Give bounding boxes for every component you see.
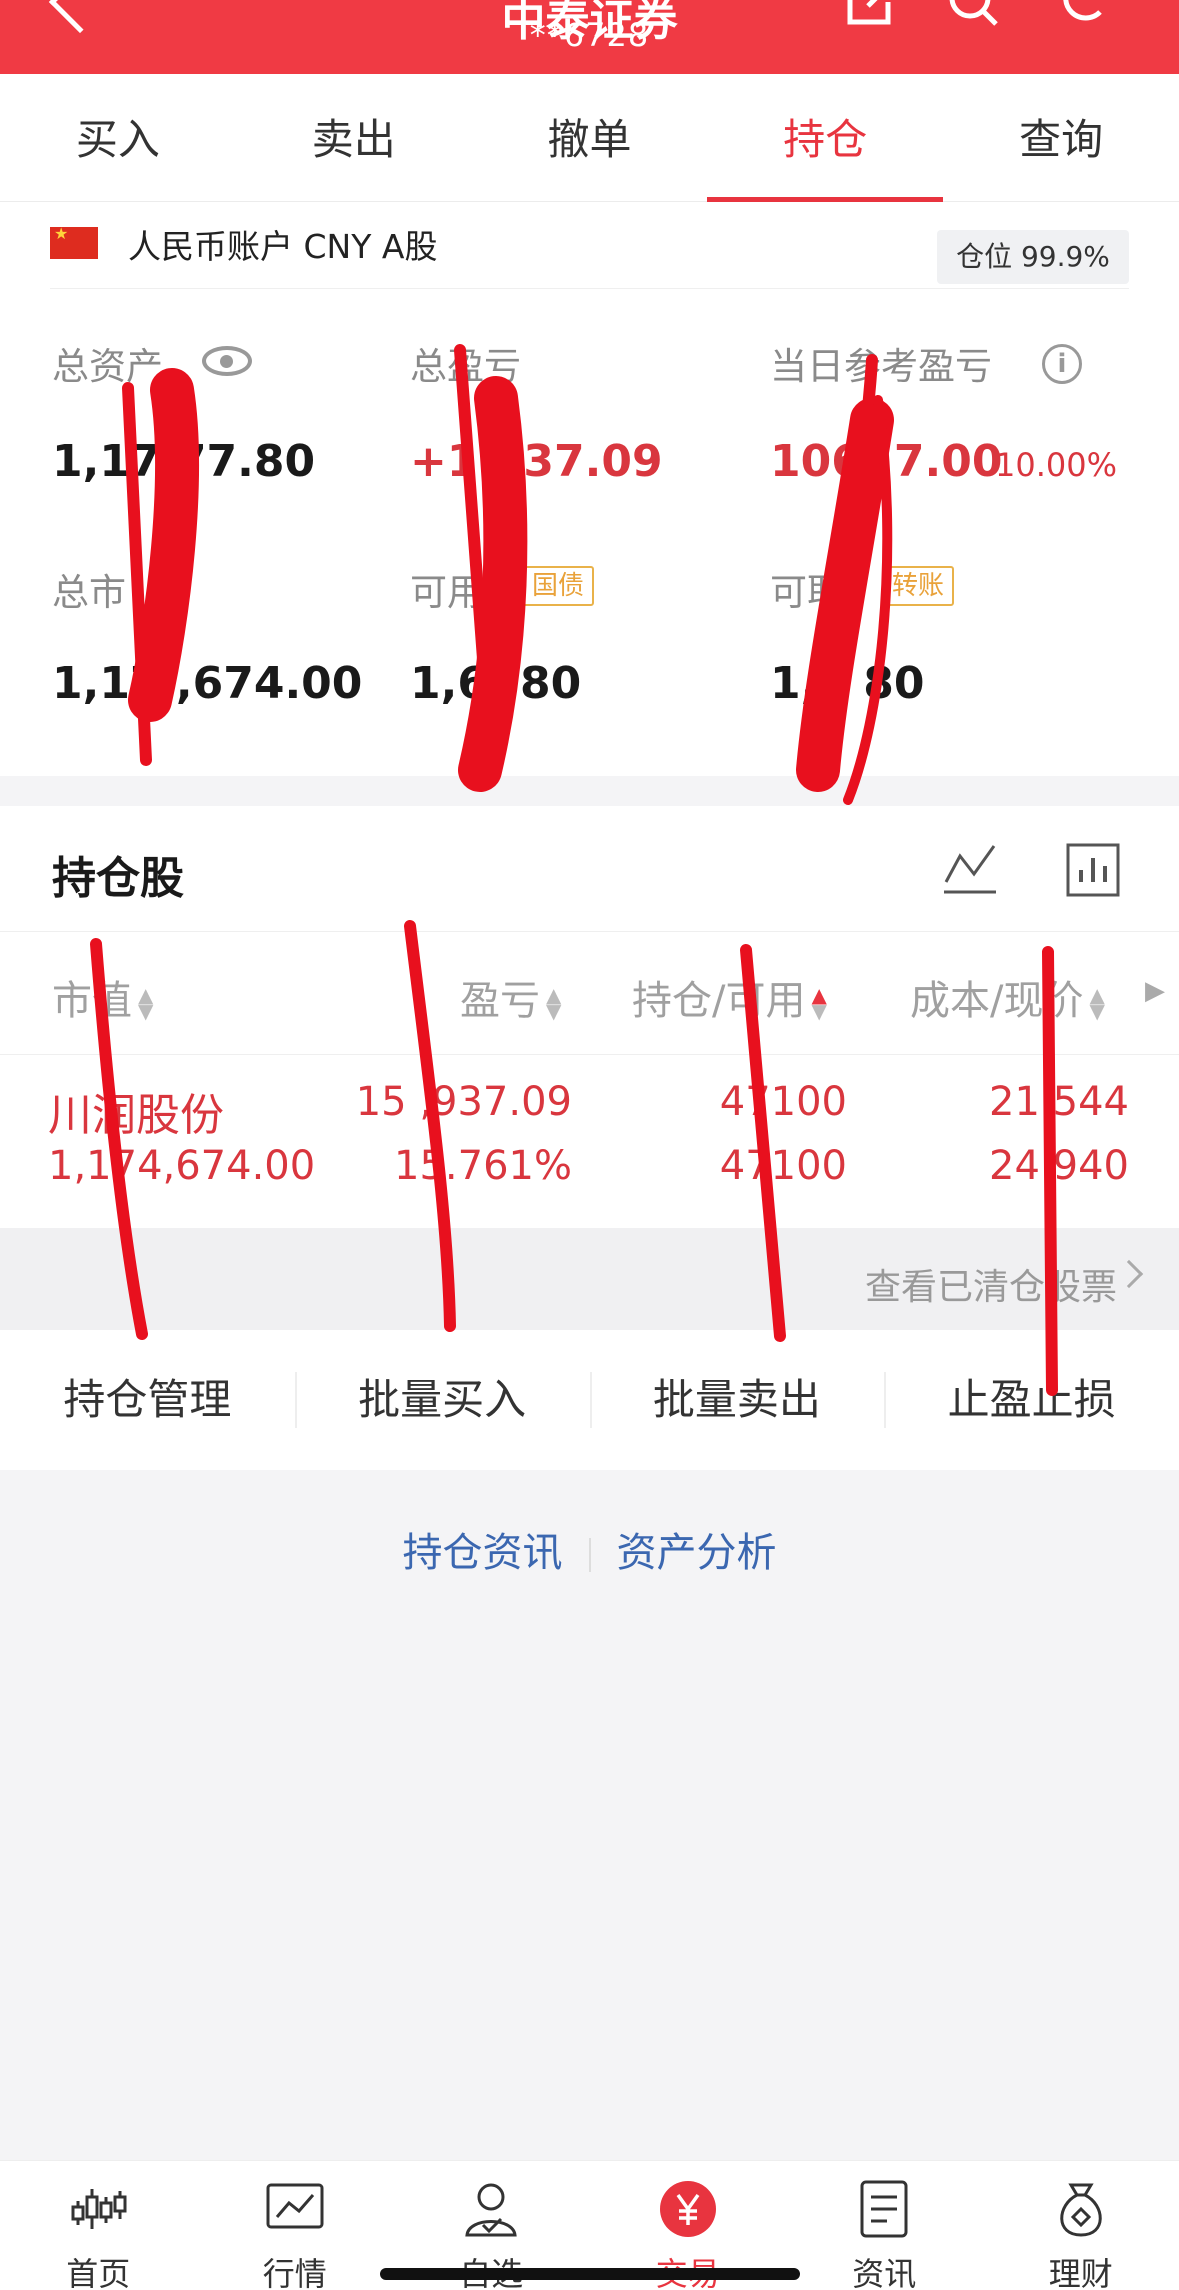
edit-icon[interactable] [842, 0, 900, 28]
daily-pnl-pct: 10.00% [995, 446, 1118, 484]
nav-news[interactable]: 资讯 [786, 2161, 983, 2290]
stock-cost: 21 544 [989, 1079, 1129, 1125]
trend-chart-icon[interactable] [942, 842, 998, 894]
batch-sell-button[interactable]: 批量卖出 [589, 1330, 885, 1470]
stop-profit-loss-button[interactable]: 止盈止损 [884, 1330, 1179, 1470]
sort-icon: ▲ ▼ [546, 983, 562, 1023]
col-cost-price[interactable]: 成本/现价 ▲ ▼ [910, 968, 1105, 1026]
total-pnl-label: 总盈亏 [410, 345, 521, 388]
market-value-value: 1,17 ,674.00 [52, 658, 363, 709]
stock-name: 川润股份 [48, 1090, 224, 1141]
tab-cancel[interactable]: 撤单 [472, 74, 708, 201]
cn-flag-icon [50, 224, 98, 259]
available-label: 可用 [410, 571, 484, 614]
daily-pnl-label: 当日参考盈亏 [770, 345, 992, 388]
scroll-right-icon[interactable]: ▶ [1145, 976, 1165, 1006]
tab-holdings[interactable]: 持仓 [707, 74, 943, 202]
daily-pnl-value: 106, 7.00 [770, 436, 1003, 487]
candlestick-icon [71, 2189, 127, 2229]
holdings-header: 持仓股 [0, 806, 1179, 932]
holdings-news-link[interactable]: 持仓资讯 [403, 1520, 563, 1578]
total-assets-label: 总资产 [52, 345, 163, 388]
stock-position: 47100 [719, 1079, 847, 1125]
available-value: 1,6 .80 [410, 658, 582, 709]
home-indicator [380, 2268, 800, 2280]
market-value-label: 总市 [52, 571, 126, 614]
nav-home[interactable]: 首页 [0, 2161, 197, 2290]
trade-page: 中泰证券 **6728 买入 卖出 撤单 持仓 查询 人民币账户 CNY A股 … [0, 0, 1179, 2290]
stock-pnl: 15 ,937.09 [355, 1079, 572, 1125]
treasury-tag[interactable]: 国债 [522, 566, 595, 606]
holdings-actions: 持仓管理 批量买入 批量卖出 止盈止损 [0, 1330, 1179, 1470]
account-summary: 人民币账户 CNY A股 仓位 99.9% 总资产 1,17 77.80 总盈亏… [0, 202, 1179, 776]
chevron-right-icon [1114, 1259, 1144, 1289]
refresh-icon[interactable] [1056, 0, 1114, 28]
col-position[interactable]: 持仓/可用 ▲ ▼ [632, 968, 827, 1026]
divider [50, 288, 1129, 289]
line-chart-icon [266, 2183, 324, 2229]
position-manage-button[interactable]: 持仓管理 [0, 1330, 295, 1470]
holdings-title: 持仓股 [52, 853, 184, 904]
tab-query[interactable]: 查询 [943, 74, 1179, 201]
search-icon[interactable] [946, 0, 1004, 28]
stock-available: 47100 [719, 1143, 847, 1189]
holdings-column-header: 市值 ▲ ▼ 盈亏 ▲ ▼ 持仓/可用 ▲ ▼ 成本/现价 ▲ ▼ ▶ [0, 932, 1179, 1054]
account-type: 人民币账户 CNY A股 [128, 227, 438, 266]
yen-icon [659, 2181, 716, 2237]
view-cleared-link[interactable]: 查看已清仓股票 [0, 1228, 1179, 1330]
sort-icon: ▲ ▼ [138, 983, 154, 1023]
account-line[interactable]: 人民币账户 CNY A股 仓位 99.9% [0, 202, 1179, 288]
document-icon [860, 2180, 908, 2238]
trade-tabs: 买入 卖出 撤单 持仓 查询 [0, 74, 1179, 202]
withdrawable-label: 可取 [770, 571, 844, 614]
sort-icon: ▲ ▼ [811, 983, 827, 1023]
eye-icon[interactable] [202, 346, 252, 376]
batch-buy-button[interactable]: 批量买入 [294, 1330, 590, 1470]
stock-market-value: 1,174,674.00 [48, 1143, 316, 1189]
info-icon[interactable]: i [1042, 344, 1082, 384]
stock-price: 24 940 [989, 1143, 1129, 1189]
bar-chart-icon[interactable] [1065, 842, 1121, 898]
transfer-tag[interactable]: 转账 [882, 566, 955, 606]
nav-wealth[interactable]: 理财 [983, 2161, 1179, 2290]
sort-icon: ▲ ▼ [1089, 983, 1105, 1023]
withdrawable-value: 1,6 80 [770, 658, 925, 709]
app-header: 中泰证券 **6728 [0, 0, 1179, 74]
nav-market[interactable]: 行情 [197, 2161, 394, 2290]
bottom-links: 持仓资讯 资产分析 [0, 1520, 1179, 1578]
tab-buy[interactable]: 买入 [0, 74, 236, 201]
user-check-icon [465, 2183, 517, 2237]
tab-sell[interactable]: 卖出 [236, 74, 472, 201]
view-cleared-label: 查看已清仓股票 [864, 1267, 1117, 1308]
divider [588, 1538, 591, 1572]
col-market-value[interactable]: 市值 ▲ ▼ [52, 968, 153, 1026]
asset-analysis-link[interactable]: 资产分析 [617, 1520, 777, 1578]
col-pnl[interactable]: 盈亏 ▲ ▼ [460, 968, 561, 1026]
total-assets-value: 1,17 77.80 [52, 436, 316, 487]
table-row[interactable]: 川润股份 1,174,674.00 15 ,937.09 15.761% 471… [0, 1054, 1179, 1228]
position-badge: 仓位 99.9% [937, 230, 1129, 284]
total-pnl-value: +1 937.09 [410, 436, 663, 487]
stock-pnl-pct: 15.761% [394, 1143, 572, 1189]
money-bag-icon [1060, 2183, 1102, 2237]
